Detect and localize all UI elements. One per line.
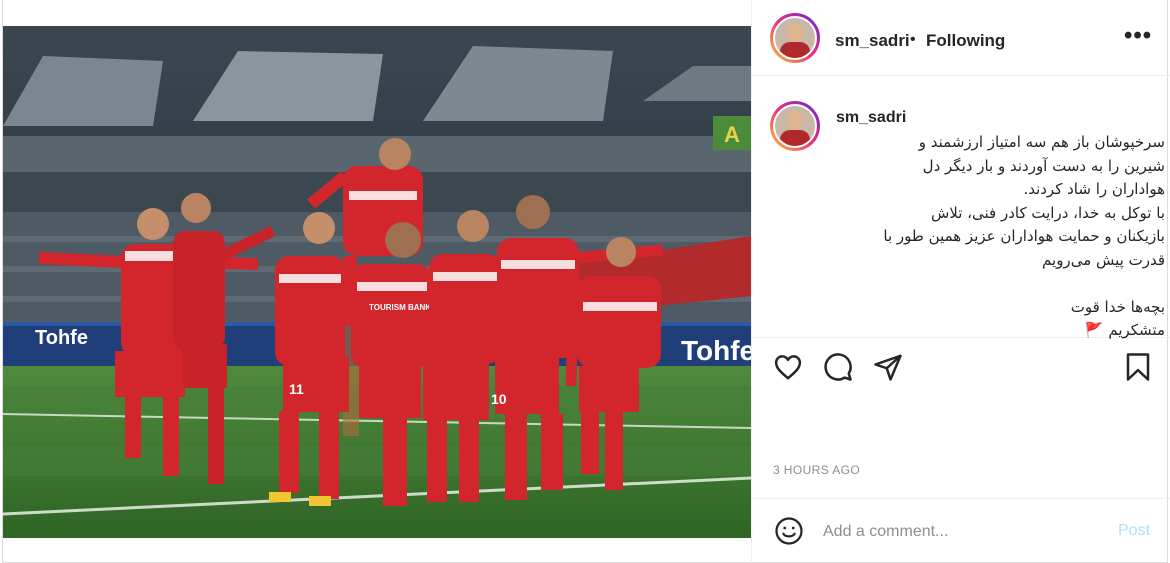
- comment-input[interactable]: [823, 518, 1103, 546]
- caption-text: سرخپوشان باز هم سه امتیاز ارزشمند و شیری…: [883, 133, 1165, 339]
- avatar-body: [780, 42, 810, 58]
- jersey-number-11: 11: [289, 381, 304, 397]
- avatar[interactable]: [770, 13, 820, 63]
- following-button[interactable]: Following: [926, 31, 1005, 51]
- more-horizontal-icon[interactable]: •••: [1124, 22, 1151, 54]
- jersey-number-10: 10: [491, 391, 507, 407]
- scoreboard-letter: A: [724, 122, 740, 147]
- bookmark-icon[interactable]: [1123, 352, 1155, 384]
- send-icon[interactable]: [873, 352, 905, 384]
- avatar-body: [780, 130, 810, 146]
- header-separator: •: [910, 31, 916, 48]
- smiley-icon[interactable]: [774, 516, 804, 546]
- instagram-post: A Tohfe Tohfe 11 TOURISM BANK 10 sm_sadr…: [2, 0, 1170, 563]
- post-comment-button[interactable]: Post: [1118, 522, 1150, 540]
- post-timestamp[interactable]: 3 HOURS AGO: [773, 463, 860, 477]
- avatar-face: [787, 24, 803, 42]
- header-username[interactable]: sm_sadri: [835, 31, 910, 51]
- shirt-sponsor: TOURISM BANK: [369, 303, 431, 312]
- caption-profile-picture: [773, 104, 817, 148]
- team-celebration-photo: A Tohfe Tohfe 11 TOURISM BANK 10: [3, 26, 751, 538]
- heart-icon[interactable]: [773, 352, 805, 384]
- caption-avatar[interactable]: [770, 101, 820, 151]
- ad-board-right: Tohfe: [681, 335, 751, 366]
- action-bar: [752, 337, 1170, 407]
- ad-board-left: Tohfe: [35, 327, 88, 349]
- caption-username[interactable]: sm_sadri: [836, 109, 906, 127]
- profile-picture: [773, 16, 817, 60]
- post-header: sm_sadri • Following •••: [752, 0, 1170, 76]
- post-photo[interactable]: A Tohfe Tohfe 11 TOURISM BANK 10: [3, 26, 751, 538]
- avatar-face: [787, 112, 803, 130]
- comment-icon[interactable]: [823, 352, 855, 384]
